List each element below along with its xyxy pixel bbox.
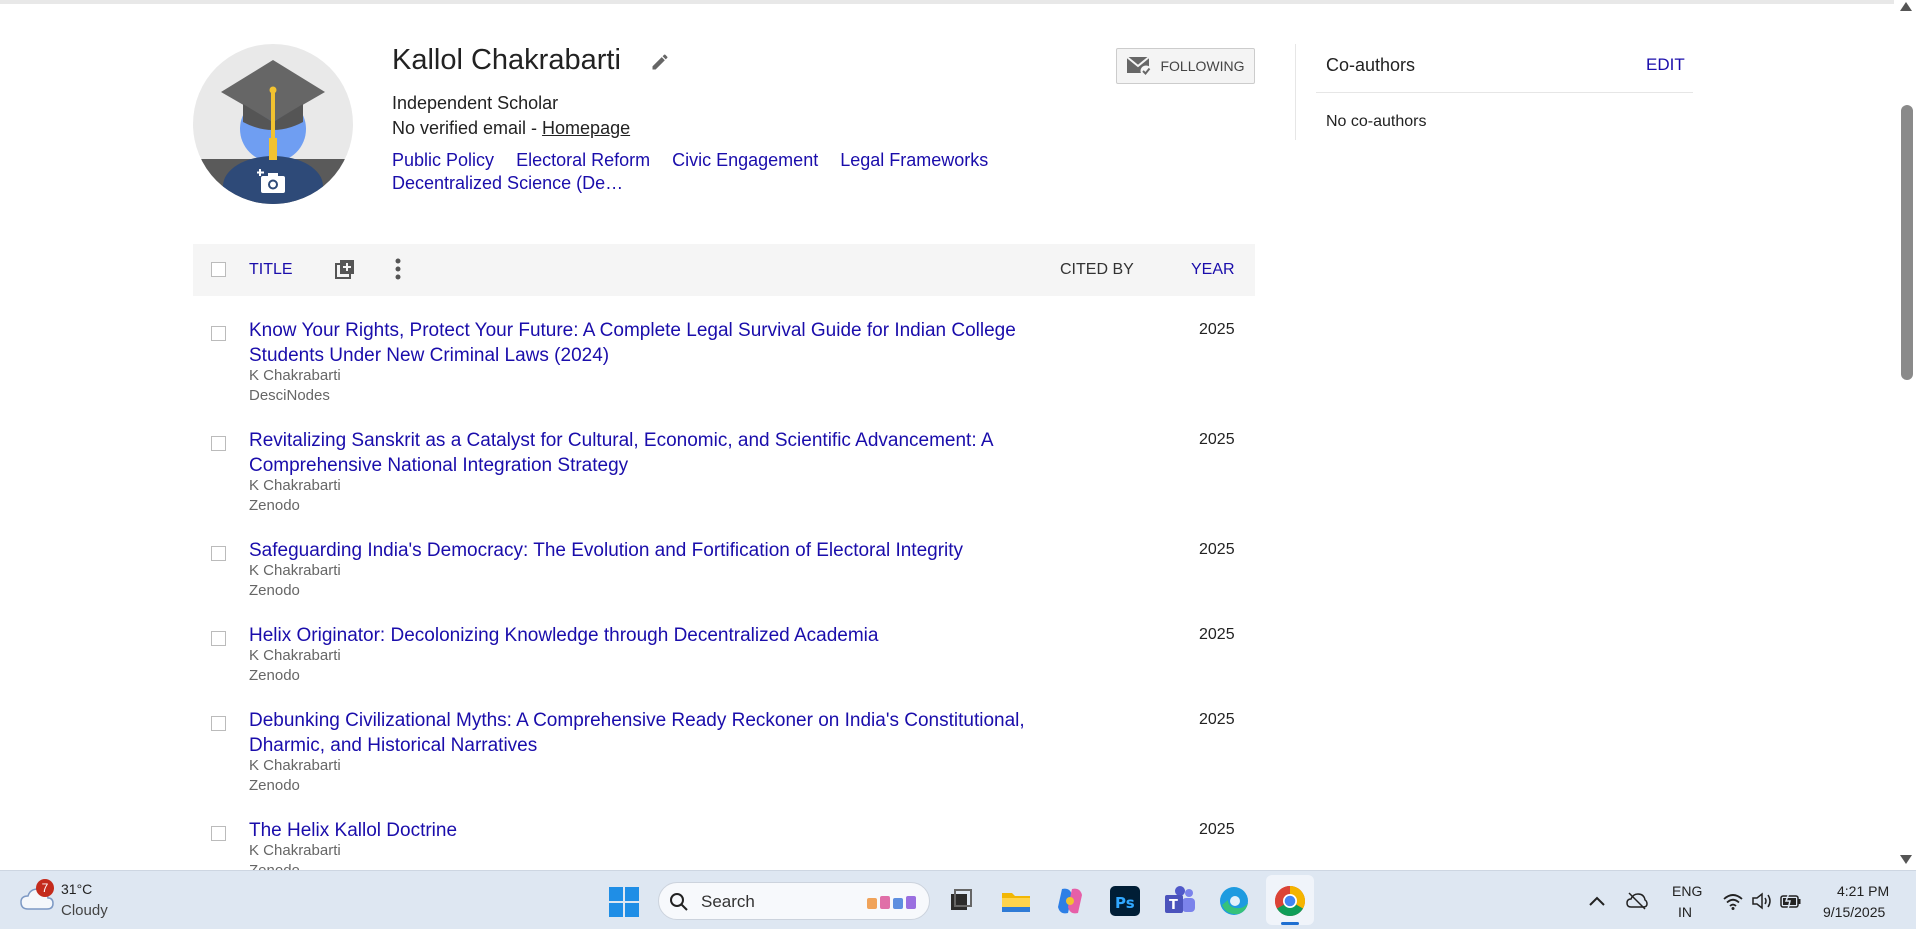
article-year: 2025 [1199, 626, 1235, 643]
profile-email-line: No verified email - Homepage [392, 118, 630, 139]
sort-by-cited[interactable]: CITED BY [1060, 261, 1134, 279]
article-row: Know Your Rights, Protect Your Future: A… [193, 318, 1255, 408]
homepage-link[interactable]: Homepage [542, 118, 630, 138]
search-icon [670, 893, 688, 911]
select-all-checkbox[interactable] [211, 262, 226, 277]
interest-link[interactable]: Civic Engagement [672, 150, 818, 170]
more-options-icon[interactable] [393, 257, 403, 281]
coauthor-divider [1295, 44, 1296, 140]
interest-link[interactable]: Electoral Reform [516, 150, 650, 170]
coauthors-edit-button[interactable]: EDIT [1646, 55, 1685, 75]
photoshop-icon[interactable]: Ps [1107, 883, 1143, 919]
article-title-link[interactable]: Know Your Rights, Protect Your Future: A… [249, 318, 1049, 368]
scrollbar-thumb[interactable] [1901, 105, 1913, 380]
article-authors: K Chakrabarti [249, 647, 341, 664]
add-article-icon[interactable] [333, 257, 357, 281]
chevron-up-icon[interactable] [1586, 891, 1608, 911]
page-scrollbar[interactable] [1894, 0, 1916, 870]
article-title-link[interactable]: Debunking Civilizational Myths: A Compre… [249, 708, 1049, 758]
profile-name: Kallol Chakrabarti [392, 44, 621, 76]
article-checkbox[interactable] [211, 546, 226, 561]
article-title-link[interactable]: Safeguarding India's Democracy: The Evol… [249, 538, 1049, 563]
teams-icon[interactable]: T [1162, 883, 1198, 919]
coauthors-title: Co-authors [1326, 55, 1416, 75]
region-indicator[interactable]: IN [1678, 904, 1692, 920]
article-venue: Zenodo [249, 582, 300, 599]
svg-text:T: T [1169, 898, 1178, 913]
profile-avatar[interactable] [193, 44, 353, 204]
article-row: The Helix Kallol Doctrine K Chakrabarti … [193, 818, 1255, 870]
weather-temperature[interactable]: 31°C [61, 881, 92, 897]
article-venue: Zenodo [249, 777, 300, 794]
following-button[interactable]: FOLLOWING [1116, 48, 1255, 84]
coauthors-empty-text: No co-authors [1326, 113, 1427, 130]
article-year: 2025 [1199, 321, 1235, 338]
sort-by-title[interactable]: TITLE [249, 261, 293, 279]
chrome-browser-icon[interactable] [1272, 883, 1308, 919]
windows-taskbar: 7 31°C Cloudy Search Ps T ENG IN 4:21 PM… [0, 870, 1916, 929]
article-authors: K Chakrabarti [249, 757, 341, 774]
article-venue: Zenodo [249, 667, 300, 684]
add-photo-camera-icon[interactable] [257, 168, 289, 196]
article-title-link[interactable]: Helix Originator: Decolonizing Knowledge… [249, 623, 1049, 648]
article-row: Helix Originator: Decolonizing Knowledge… [193, 623, 1255, 687]
article-checkbox[interactable] [211, 826, 226, 841]
article-checkbox[interactable] [211, 436, 226, 451]
article-venue: Zenodo [249, 862, 300, 870]
copilot-icon[interactable] [1052, 883, 1088, 919]
article-row: Safeguarding India's Democracy: The Evol… [193, 538, 1255, 602]
weather-alert-badge: 7 [36, 879, 54, 897]
article-title-link[interactable]: The Helix Kallol Doctrine [249, 818, 1049, 843]
search-label: Search [701, 892, 755, 911]
article-venue: DesciNodes [249, 387, 330, 404]
language-indicator[interactable]: ENG [1672, 883, 1702, 899]
article-year: 2025 [1199, 711, 1235, 728]
article-row: Revitalizing Sanskrit as a Catalyst for … [193, 428, 1255, 518]
interest-link[interactable]: Legal Frameworks [840, 150, 988, 170]
article-authors: K Chakrabarti [249, 842, 341, 859]
onedrive-offline-icon[interactable] [1626, 891, 1648, 911]
graduation-cap-icon [221, 60, 325, 160]
article-year: 2025 [1199, 431, 1235, 448]
edge-browser-icon[interactable] [1216, 883, 1252, 919]
file-explorer-icon[interactable] [998, 883, 1034, 919]
articles-table-header: TITLE CITED BY YEAR [193, 244, 1255, 296]
task-view-icon[interactable] [942, 883, 978, 919]
email-status-text: No verified email - [392, 118, 543, 138]
following-label: FOLLOWING [1160, 58, 1245, 74]
windows-start-icon[interactable] [609, 887, 639, 917]
svg-text:Ps: Ps [1115, 894, 1135, 912]
search-highlight-icon [867, 896, 916, 909]
scroll-up-arrow-icon[interactable] [1900, 2, 1912, 11]
article-row: Debunking Civilizational Myths: A Compre… [193, 708, 1255, 798]
article-checkbox[interactable] [211, 326, 226, 341]
interest-link[interactable]: Public Policy [392, 150, 494, 170]
active-app-indicator [1281, 922, 1299, 925]
mail-check-icon [1126, 56, 1152, 77]
clock-time[interactable]: 4:21 PM [1837, 883, 1889, 899]
article-authors: K Chakrabarti [249, 562, 341, 579]
article-year: 2025 [1199, 541, 1235, 558]
volume-icon[interactable] [1751, 891, 1773, 911]
clock-date[interactable]: 9/15/2025 [1823, 904, 1885, 920]
scroll-down-arrow-icon[interactable] [1900, 855, 1912, 864]
coauthor-separator [1316, 92, 1693, 93]
article-checkbox[interactable] [211, 716, 226, 731]
profile-affiliation: Independent Scholar [392, 93, 559, 113]
article-authors: K Chakrabarti [249, 477, 341, 494]
article-checkbox[interactable] [211, 631, 226, 646]
weather-condition[interactable]: Cloudy [61, 902, 108, 919]
article-year: 2025 [1199, 821, 1235, 838]
sort-by-year[interactable]: YEAR [1191, 261, 1235, 279]
edit-pencil-icon[interactable] [650, 52, 670, 72]
wifi-icon[interactable] [1722, 891, 1744, 911]
article-authors: K Chakrabarti [249, 367, 341, 384]
article-title-link[interactable]: Revitalizing Sanskrit as a Catalyst for … [249, 428, 1049, 478]
taskbar-search[interactable]: Search [658, 882, 930, 920]
article-venue: Zenodo [249, 497, 300, 514]
top-border [0, 0, 1916, 4]
research-interests: Public Policy Electoral Reform Civic Eng… [392, 149, 1032, 195]
interest-link[interactable]: Decentralized Science (De… [392, 173, 623, 193]
battery-charging-icon[interactable] [1780, 891, 1802, 911]
